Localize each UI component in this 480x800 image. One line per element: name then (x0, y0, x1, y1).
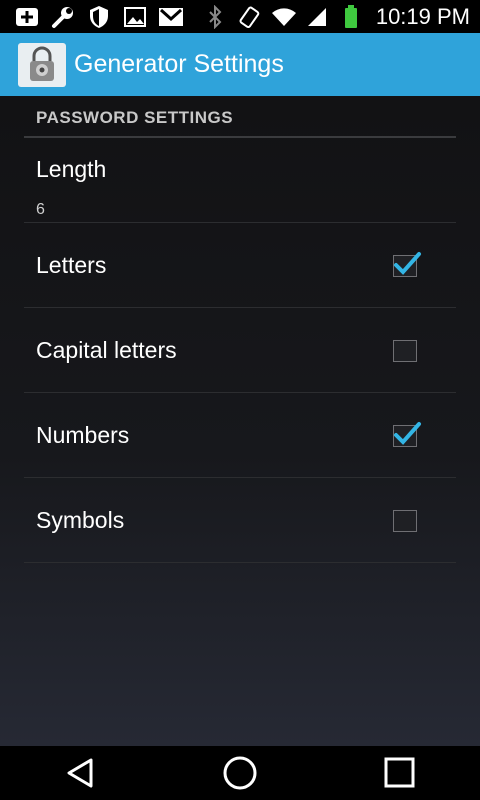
section-header-label: PASSWORD SETTINGS (36, 108, 234, 127)
preferences-list: PASSWORD SETTINGS Length 6 Letters Capit… (0, 96, 480, 746)
back-icon[interactable] (50, 746, 110, 800)
pref-summary: 6 (36, 201, 45, 218)
shield-icon (86, 5, 112, 29)
navigation-bar (0, 746, 480, 800)
pref-title: Length (36, 156, 107, 182)
wrench-icon (50, 5, 76, 29)
bluetooth-icon (202, 4, 228, 29)
status-bar: 10:19 PM (0, 0, 480, 33)
capital-letters-checkbox[interactable] (393, 340, 417, 362)
letters-checkbox[interactable] (393, 252, 421, 277)
vibrate-icon (236, 5, 262, 29)
pref-letters[interactable]: Letters (24, 223, 456, 308)
page-title: Generator Settings (74, 50, 284, 78)
pref-title: Capital letters (36, 337, 177, 363)
checkmark-icon (394, 252, 421, 275)
numbers-checkbox[interactable] (393, 422, 421, 447)
pref-title: Letters (36, 252, 107, 278)
lock-icon[interactable] (18, 42, 66, 87)
battery-icon (338, 4, 364, 29)
plus-icon (14, 5, 40, 29)
pref-numbers[interactable]: Numbers (24, 393, 456, 478)
pref-symbols[interactable]: Symbols (24, 478, 456, 563)
wifi-icon (270, 5, 296, 29)
home-icon[interactable] (210, 746, 270, 800)
recents-icon[interactable] (370, 746, 430, 800)
pref-capital-letters[interactable]: Capital letters (24, 308, 456, 393)
pref-title: Numbers (36, 422, 130, 448)
pref-title: Symbols (36, 507, 125, 533)
status-time: 10:19 PM (375, 3, 470, 29)
gmail-icon (158, 5, 184, 29)
checkmark-icon (394, 422, 421, 445)
action-bar: Generator Settings (0, 33, 480, 96)
signal-icon (304, 5, 330, 29)
image-icon (122, 5, 148, 29)
symbols-checkbox[interactable] (393, 510, 417, 532)
pref-length[interactable]: Length 6 (24, 139, 456, 223)
section-header: PASSWORD SETTINGS (24, 108, 456, 138)
